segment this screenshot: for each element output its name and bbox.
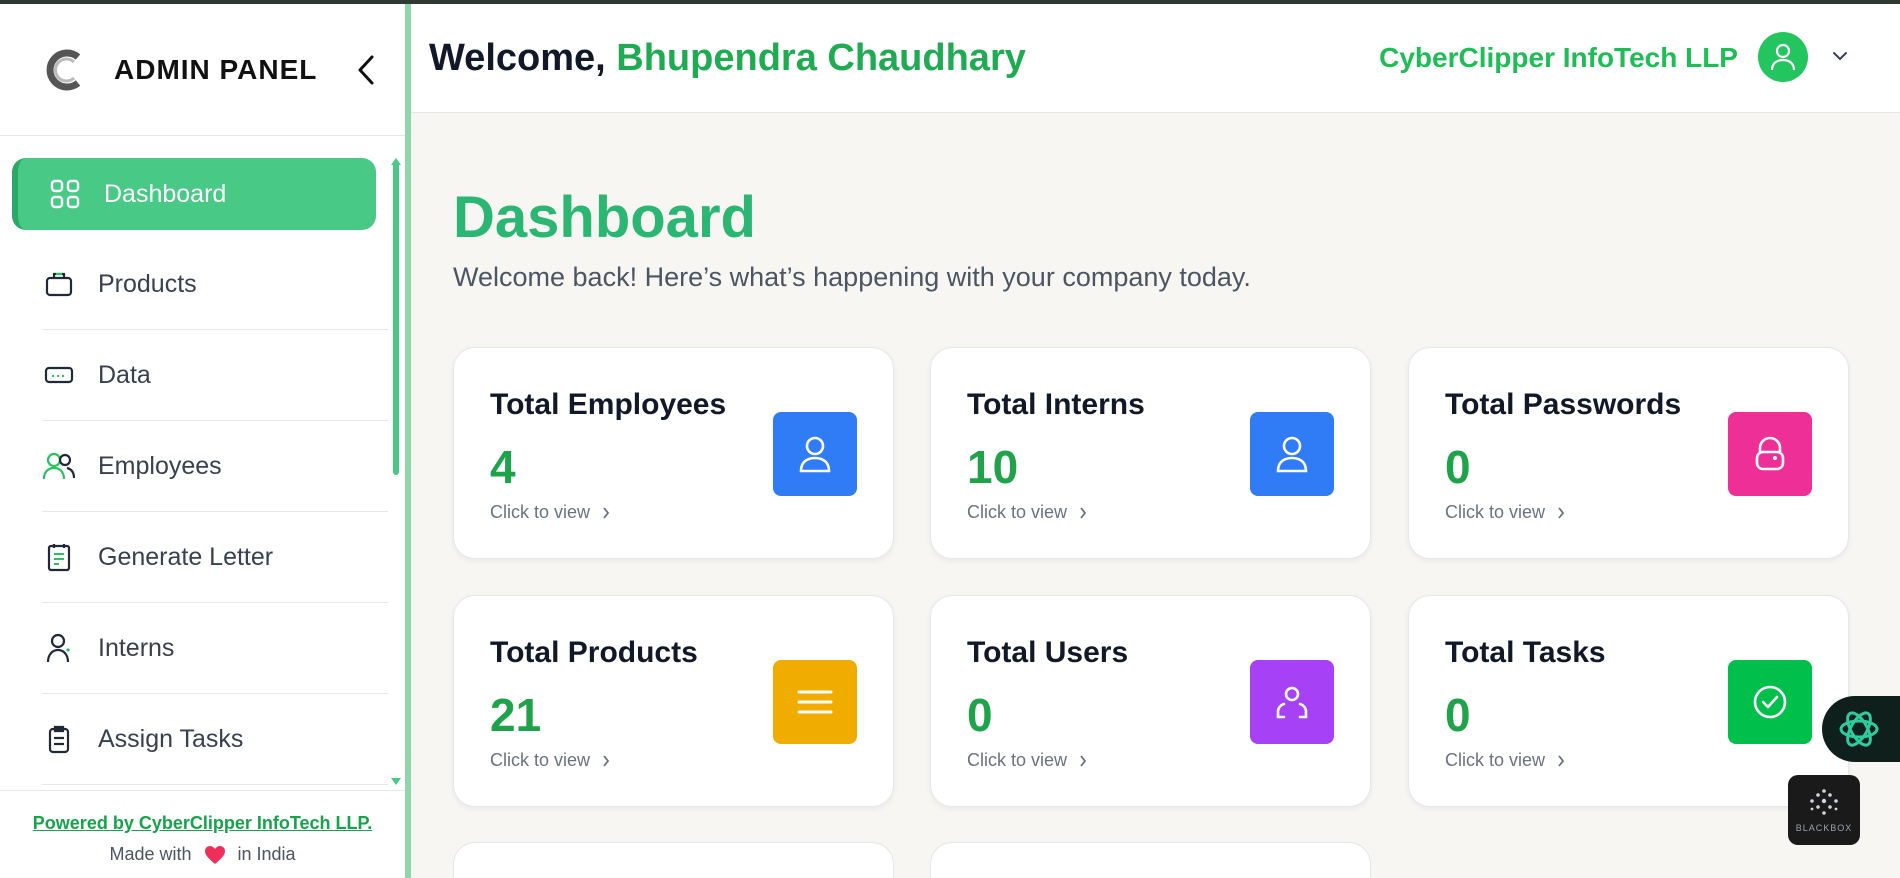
collapse-sidebar-button[interactable] [351, 50, 381, 90]
made-with-prefix: Made with [109, 844, 192, 864]
card-value: 21 [490, 689, 542, 741]
card-title: Total Tasks [1445, 636, 1606, 669]
sidebar-footer: Powered by CyberClipper InfoTech LLP. Ma… [0, 790, 405, 878]
stat-card-partial[interactable] [453, 842, 894, 878]
chevron-right-icon [1080, 754, 1087, 767]
card-link-label: Click to view [1445, 502, 1546, 522]
user-icon [42, 631, 76, 665]
card-link-label: Click to view [490, 502, 591, 522]
sidebar-item-label: Assign Tasks [98, 724, 244, 753]
stat-card-users[interactable]: Total Users 0 Click to view [930, 595, 1371, 807]
user-scan-icon [1250, 660, 1334, 744]
card-title: Total Passwords [1445, 388, 1682, 421]
document-icon [42, 540, 76, 574]
card-title: Total Products [490, 636, 698, 669]
dots-grid-icon [1810, 789, 1838, 815]
sidebar-nav: Dashboard Products Data Employees Genera… [12, 158, 388, 785]
chevron-down-icon [1833, 52, 1847, 61]
welcome-prefix: Welcome, [429, 36, 606, 79]
card-title: Total Interns [967, 388, 1145, 421]
chevron-left-icon [358, 55, 374, 84]
sidebar-item-generate-letter[interactable]: Generate Letter [42, 512, 388, 603]
card-value: 0 [967, 689, 993, 741]
sidebar-item-label: Dashboard [104, 179, 227, 208]
user-menu-toggle[interactable] [1832, 48, 1848, 66]
ai-assistant-button[interactable] [1822, 696, 1900, 762]
sidebar-divider [405, 4, 411, 878]
sidebar-item-label: Employees [98, 451, 222, 480]
clipboard-icon [42, 722, 76, 756]
stat-card-employees[interactable]: Total Employees 4 Click to view [453, 347, 894, 559]
sidebar-scrollbar[interactable] [393, 160, 399, 475]
sidebar-item-data[interactable]: Data [42, 330, 388, 421]
card-link-label: Click to view [1445, 750, 1546, 770]
user-avatar-button[interactable] [1758, 32, 1808, 82]
lock-icon [1728, 412, 1812, 496]
grid-icon [48, 177, 82, 211]
page-title: Dashboard [453, 185, 756, 250]
sidebar-item-employees[interactable]: Employees [42, 421, 388, 512]
card-value: 0 [1445, 689, 1471, 741]
menu-icon [773, 660, 857, 744]
blackbox-widget-button[interactable]: BLACKBOX [1788, 775, 1860, 845]
chevron-right-icon [603, 506, 610, 519]
sidebar-item-dashboard[interactable]: Dashboard [12, 158, 376, 230]
card-value: 10 [967, 441, 1019, 493]
sidebar-item-label: Generate Letter [98, 542, 274, 571]
welcome-heading: Welcome, Bhupendra Chaudhary [429, 37, 1026, 80]
stat-card-products[interactable]: Total Products 21 Click to view [453, 595, 894, 807]
user-name: Bhupendra Chaudhary [616, 36, 1026, 79]
card-view-link[interactable]: Click to view [967, 502, 1087, 523]
card-link-label: Click to view [490, 750, 591, 770]
card-view-link[interactable]: Click to view [967, 750, 1087, 771]
made-with-text: Made with in India [0, 844, 405, 865]
brand: ADMIN PANEL [0, 4, 405, 136]
company-name: CyberClipper InfoTech LLP [1379, 42, 1738, 73]
card-link-label: Click to view [967, 750, 1068, 770]
sidebar-item-label: Data [98, 360, 151, 389]
card-view-link[interactable]: Click to view [490, 750, 610, 771]
users-icon [42, 449, 76, 483]
check-circle-icon [1728, 660, 1812, 744]
sidebar: ADMIN PANEL Dashboard Products Data Empl… [0, 4, 405, 878]
card-view-link[interactable]: Click to view [1445, 750, 1565, 771]
sidebar-item-products[interactable]: Products [42, 239, 388, 330]
sidebar-item-assign-tasks[interactable]: Assign Tasks [42, 694, 388, 785]
user-icon [1250, 412, 1334, 496]
card-link-label: Click to view [967, 502, 1068, 522]
blackbox-label: BLACKBOX [1795, 823, 1853, 833]
brand-title: ADMIN PANEL [114, 53, 318, 85]
card-view-link[interactable]: Click to view [490, 502, 610, 523]
stat-card-tasks[interactable]: Total Tasks 0 Click to view [1408, 595, 1849, 807]
chevron-right-icon [1558, 754, 1565, 767]
powered-by-link[interactable]: Powered by CyberClipper InfoTech LLP. [0, 813, 405, 834]
briefcase-icon [42, 267, 76, 301]
stat-card-interns[interactable]: Total Interns 10 Click to view [930, 347, 1371, 559]
chevron-right-icon [1558, 506, 1565, 519]
card-icon [42, 358, 76, 392]
sidebar-item-label: Products [98, 269, 197, 298]
card-value: 4 [490, 441, 516, 493]
card-title: Total Employees [490, 388, 727, 421]
scroll-down-arrow[interactable] [391, 778, 401, 785]
sidebar-item-label: Interns [98, 633, 175, 662]
stat-card-passwords[interactable]: Total Passwords 0 Click to view [1408, 347, 1849, 559]
card-view-link[interactable]: Click to view [1445, 502, 1565, 523]
user-icon [1770, 43, 1796, 71]
heart-icon [204, 845, 225, 864]
made-with-suffix: in India [237, 844, 296, 864]
user-icon [773, 412, 857, 496]
stat-card-partial[interactable] [930, 842, 1371, 878]
card-title: Total Users [967, 636, 1129, 669]
chevron-right-icon [1080, 506, 1087, 519]
logo-icon [46, 49, 81, 90]
top-header: Welcome, Bhupendra Chaudhary CyberClippe… [411, 4, 1900, 113]
ai-knot-icon [1839, 711, 1879, 747]
chevron-right-icon [603, 754, 610, 767]
card-value: 0 [1445, 441, 1471, 493]
sidebar-item-interns[interactable]: Interns [42, 603, 388, 694]
page-subtitle: Welcome back! Here’s what’s happening wi… [453, 262, 1251, 292]
